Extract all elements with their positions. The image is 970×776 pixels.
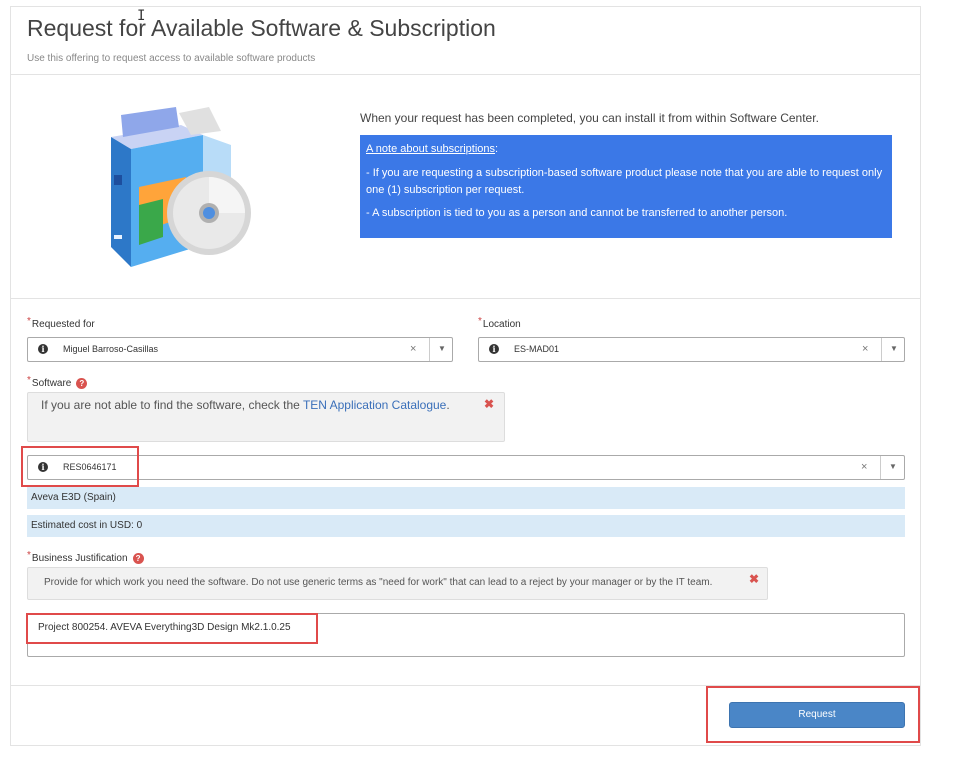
- form-header: Request for Available Software & Subscri…: [11, 7, 920, 75]
- page-subtitle: Use this offering to request access to a…: [27, 53, 316, 64]
- warning-suffix: .: [446, 398, 450, 412]
- close-icon[interactable]: ✖: [484, 397, 494, 411]
- page-title: Request for Available Software & Subscri…: [27, 15, 496, 41]
- info-icon[interactable]: i: [489, 344, 499, 354]
- requested-for-label-text: Requested for: [31, 319, 95, 330]
- justification-warning: Provide for which work you need the soft…: [27, 567, 768, 600]
- required-mark: *: [27, 550, 31, 562]
- intro-section: When your request has been completed, yo…: [11, 75, 920, 299]
- product-name-bar: Aveva E3D (Spain): [27, 487, 905, 509]
- note-title: A note about subscriptions:: [366, 141, 886, 158]
- justification-label: *Business Justification?: [27, 550, 144, 565]
- justification-label-text: Business Justification: [31, 553, 128, 565]
- location-label-text: Location: [482, 319, 521, 330]
- clear-icon[interactable]: ×: [410, 343, 416, 355]
- estimated-cost-bar: Estimated cost in USD: 0: [27, 515, 905, 537]
- warning-prefix: If you are not able to find the software…: [41, 398, 303, 412]
- select-divider: [881, 338, 882, 361]
- required-mark: *: [478, 316, 482, 327]
- required-mark: *: [27, 316, 31, 327]
- location-select[interactable]: i ES-MAD01 × ▼: [478, 337, 905, 362]
- note-title-text: A note about subscriptions: [366, 143, 496, 155]
- requested-for-label: *Requested for: [27, 316, 95, 330]
- chevron-down-icon[interactable]: ▼: [438, 344, 446, 353]
- requested-for-select[interactable]: i Miguel Barroso-Casillas × ▼: [27, 337, 453, 362]
- subscription-note: A note about subscriptions: - If you are…: [360, 135, 892, 238]
- justification-highlight: [26, 613, 318, 644]
- completion-info-text: When your request has been completed, yo…: [360, 111, 819, 125]
- software-warning-text: If you are not able to find the software…: [41, 397, 461, 414]
- software-select[interactable]: i RES0646171 × ▼: [27, 455, 905, 480]
- note-line-1: - If you are requesting a subscription-b…: [366, 167, 883, 196]
- info-icon[interactable]: i: [38, 344, 48, 354]
- text-cursor-icon: I: [137, 8, 146, 24]
- request-button-highlight: [706, 686, 920, 743]
- select-divider: [880, 456, 881, 479]
- justification-warning-text: Provide for which work you need the soft…: [44, 577, 713, 588]
- chevron-down-icon[interactable]: ▼: [889, 462, 897, 471]
- help-icon[interactable]: ?: [76, 378, 88, 389]
- location-value: ES-MAD01: [514, 344, 560, 354]
- location-label: *Location: [478, 316, 521, 330]
- required-mark: *: [27, 375, 31, 387]
- requested-for-value: Miguel Barroso-Casillas: [63, 344, 159, 354]
- software-warning: If you are not able to find the software…: [27, 392, 505, 442]
- note-title-colon: :: [495, 143, 499, 155]
- software-box-icon: [111, 107, 251, 267]
- software-label: *Software?: [27, 375, 88, 390]
- ten-catalogue-link[interactable]: TEN Application Catalogue: [303, 398, 446, 412]
- clear-icon[interactable]: ×: [862, 343, 868, 355]
- clear-icon[interactable]: ×: [861, 461, 867, 473]
- software-label-text: Software: [31, 378, 72, 390]
- select-divider: [429, 338, 430, 361]
- help-icon[interactable]: ?: [132, 553, 144, 564]
- chevron-down-icon[interactable]: ▼: [890, 344, 898, 353]
- close-icon[interactable]: ✖: [749, 572, 759, 586]
- software-value-highlight: [21, 446, 139, 487]
- note-line-2: - A subscription is tied to you as a per…: [366, 207, 788, 219]
